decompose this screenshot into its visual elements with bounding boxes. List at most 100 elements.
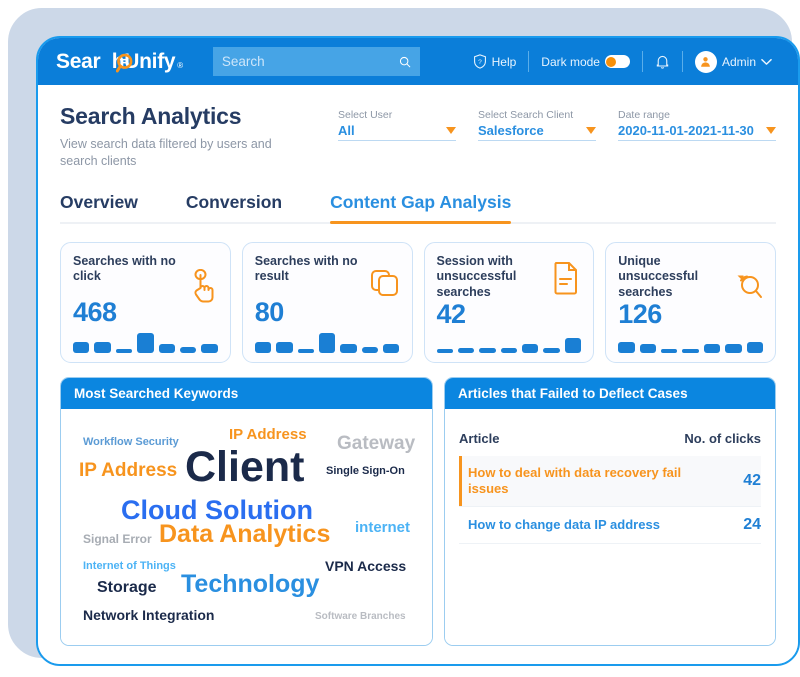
articles-table: Article No. of clicks How to deal with d… xyxy=(445,409,775,545)
chevron-down-icon[interactable] xyxy=(761,58,772,66)
sparkline-bar xyxy=(436,348,453,353)
help-button[interactable]: ? Help xyxy=(461,54,529,69)
word-cloud-term[interactable]: Storage xyxy=(97,579,157,596)
filter-select-search-client[interactable]: Select Search Client Salesforce xyxy=(478,109,596,141)
panel-articles-failed-to-deflect: Articles that Failed to Deflect Cases Ar… xyxy=(444,376,776,646)
filter-date-range[interactable]: Date range 2020-11-01-2021-11-30 xyxy=(618,109,776,141)
filter-label: Select User xyxy=(338,109,393,121)
user-menu[interactable]: Admin xyxy=(683,50,784,73)
article-title: How to deal with data recovery fail issu… xyxy=(468,464,682,496)
filter-control[interactable]: Salesforce xyxy=(478,123,596,141)
panel-most-searched-keywords: Most Searched Keywords Workflow Security… xyxy=(60,376,433,646)
word-cloud-term[interactable]: IP Address xyxy=(229,427,307,442)
sparkline-bar xyxy=(318,332,336,353)
kpi-card-searches-no-result[interactable]: Searches with no result 80 xyxy=(241,241,413,363)
global-search-box[interactable] xyxy=(212,47,420,76)
sparkline-bar xyxy=(340,344,357,353)
avatar xyxy=(694,50,717,73)
caret-down-icon[interactable] xyxy=(766,127,776,134)
filter-label: Date range xyxy=(618,109,670,121)
page-subtitle: View search data filtered by users and s… xyxy=(60,137,272,168)
kpi-value: 80 xyxy=(254,296,285,327)
table-row[interactable]: How to change data IP address 24 xyxy=(459,507,761,545)
dark-mode-label: Dark mode xyxy=(541,54,600,69)
sparkline-bar xyxy=(746,341,763,353)
word-cloud-term[interactable]: internet xyxy=(355,520,410,535)
filter-value: All xyxy=(338,123,355,138)
dark-mode-toggle[interactable]: Dark mode xyxy=(529,55,642,69)
sparkline-bar xyxy=(73,341,90,353)
kpi-title: Searches with no click xyxy=(73,253,176,284)
word-cloud: Workflow Security IP Address Gateway IP Add… xyxy=(61,409,432,645)
word-cloud-term[interactable]: Internet of Things xyxy=(83,560,176,572)
page-header: Search Analytics View search data filter… xyxy=(60,103,776,170)
help-label: Help xyxy=(491,54,517,69)
kpi-value: 126 xyxy=(618,298,662,329)
kpi-sparkline xyxy=(73,332,218,353)
table-header-row: Article No. of clicks xyxy=(459,409,761,456)
search-icon[interactable] xyxy=(399,54,411,70)
filter-control[interactable]: 2020-11-01-2021-11-30 xyxy=(618,123,776,141)
kpi-value: 42 xyxy=(436,298,467,329)
filter-control[interactable]: All xyxy=(338,123,456,141)
user-label: Admin xyxy=(721,54,756,69)
word-cloud-term[interactable]: Technology xyxy=(181,571,319,597)
sparkline-bar xyxy=(543,347,560,353)
table-row[interactable]: How to deal with data recovery fail issu… xyxy=(459,455,761,508)
tab-conversion[interactable]: Conversion xyxy=(186,192,282,222)
sparkline-bar xyxy=(115,348,133,353)
top-navigation-bar: SearchUnify® ? xyxy=(38,38,798,85)
word-cloud-term[interactable]: Gateway xyxy=(337,434,415,453)
caret-down-icon[interactable] xyxy=(586,127,596,134)
tab-overview[interactable]: Overview xyxy=(60,192,138,222)
caret-down-icon[interactable] xyxy=(446,127,456,134)
column-header-clicks: No. of clicks xyxy=(684,430,761,446)
article-clicks: 42 xyxy=(743,472,761,489)
dark-mode-switch[interactable] xyxy=(604,55,630,68)
word-cloud-term[interactable]: Network Integration xyxy=(83,608,214,622)
filter-label: Select Search Client xyxy=(478,109,574,121)
sparkline-bar xyxy=(254,341,272,353)
word-cloud-term[interactable]: Client xyxy=(185,445,304,489)
word-cloud-term[interactable]: Workflow Security xyxy=(83,436,179,448)
sparkline-bar xyxy=(276,341,293,353)
searchunify-logo[interactable]: SearchUnify® xyxy=(56,50,183,74)
svg-text:?: ? xyxy=(478,59,482,66)
word-cloud-term[interactable]: Software Branches xyxy=(315,611,406,622)
filter-bar: Select User All Select Search Client Sal… xyxy=(338,103,776,141)
sparkline-bar xyxy=(457,348,475,353)
word-cloud-term[interactable]: Signal Error xyxy=(83,533,152,545)
user-icon xyxy=(701,57,711,67)
logo-text-primary: Sear xyxy=(56,49,101,73)
kpi-title: Searches with no result xyxy=(254,253,358,284)
bell-icon xyxy=(656,55,669,69)
word-cloud-term[interactable]: Single Sign-On xyxy=(326,465,405,477)
notifications-button[interactable] xyxy=(643,54,682,70)
kpi-card-searches-no-click[interactable]: Searches with no click 468 xyxy=(60,241,231,363)
column-header-article: Article xyxy=(459,430,500,446)
kpi-card-unique-unsuccessful[interactable]: Unique unsuccessful searches 126 xyxy=(605,241,776,363)
kpi-card-session-unsuccessful[interactable]: Session with unsuccessful searches 42 xyxy=(423,241,595,363)
tab-content-gap-analysis[interactable]: Content Gap Analysis xyxy=(330,192,512,224)
word-cloud-term[interactable]: Data Analytics xyxy=(159,521,330,547)
dashboard-panels: Most Searched Keywords Workflow Security… xyxy=(60,376,776,664)
kpi-title: Session with unsuccessful searches xyxy=(436,253,517,299)
sparkline-bar xyxy=(201,344,218,353)
document-icon xyxy=(554,261,578,295)
word-cloud-term[interactable]: IP Address xyxy=(79,461,177,480)
kpi-value: 468 xyxy=(73,296,117,327)
filter-select-user[interactable]: Select User All xyxy=(338,109,456,141)
sparkline-bar xyxy=(158,344,175,353)
help-shield-icon: ? xyxy=(473,54,486,69)
sparkline-bar xyxy=(137,332,154,353)
page-header-text: Search Analytics View search data filter… xyxy=(60,103,300,170)
panel-title: Articles that Failed to Deflect Cases xyxy=(445,377,775,409)
search-refresh-icon xyxy=(737,275,762,298)
page-title: Search Analytics xyxy=(60,103,242,129)
sparkline-bar xyxy=(94,341,111,353)
sparkline-bar xyxy=(639,344,657,353)
word-cloud-term[interactable]: VPN Access xyxy=(325,559,406,573)
sparkline-bar xyxy=(564,337,582,353)
sparkline-bar xyxy=(383,344,400,353)
search-input[interactable] xyxy=(221,54,399,69)
